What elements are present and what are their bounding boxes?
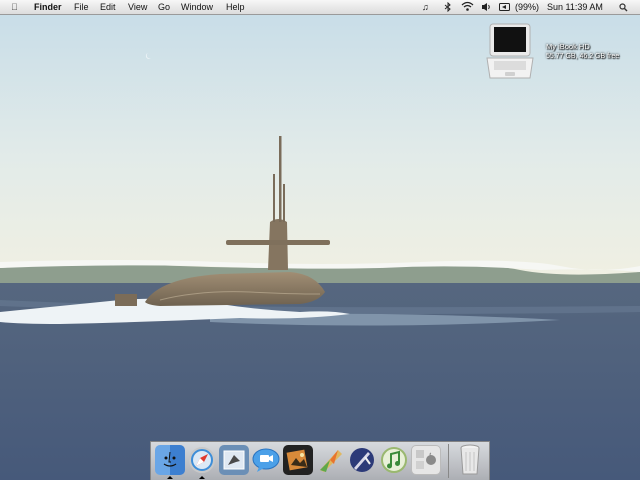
menu-window[interactable]: Window — [181, 0, 213, 14]
menu-app-finder[interactable]: Finder — [34, 0, 62, 14]
menu-go[interactable]: Go — [158, 0, 170, 14]
volume-icon[interactable] — [481, 2, 492, 16]
battery-percent[interactable]: (99%) — [515, 0, 539, 14]
mail-icon[interactable] — [219, 445, 249, 475]
menu-clock[interactable]: Sun 11:39 AM — [547, 0, 603, 14]
finder-icon[interactable] — [155, 445, 185, 475]
menu-bar:  Finder File Edit View Go Window Help ♫… — [0, 0, 640, 15]
trash-icon[interactable] — [455, 444, 485, 475]
ichat-icon[interactable] — [251, 445, 281, 475]
address-book-icon[interactable] — [347, 445, 377, 475]
battery-icon[interactable] — [499, 2, 511, 16]
desktop-wallpaper — [0, 0, 640, 480]
system-preferences-icon[interactable] — [411, 445, 441, 475]
itunes-icon[interactable] — [379, 445, 409, 475]
music-note-icon[interactable]: ♫ — [422, 0, 429, 14]
ilife-icon[interactable] — [315, 445, 345, 475]
bluetooth-icon[interactable] — [443, 1, 453, 16]
drive-name-label[interactable]: My iBook HD — [546, 42, 590, 51]
dock-separator — [448, 444, 449, 478]
safari-icon[interactable] — [187, 445, 217, 475]
menu-edit[interactable]: Edit — [100, 0, 116, 14]
drive-info-label: 55.77 GB, 46.2 GB free — [546, 53, 620, 60]
menu-help[interactable]: Help — [226, 0, 245, 14]
spotlight-icon[interactable] — [619, 2, 628, 16]
menu-file[interactable]: File — [74, 0, 89, 14]
wifi-icon[interactable] — [461, 1, 474, 16]
finder-running-indicator — [167, 476, 173, 479]
safari-running-indicator — [199, 476, 205, 479]
dock — [150, 441, 490, 480]
menu-view[interactable]: View — [128, 0, 147, 14]
iphoto-icon[interactable] — [283, 445, 313, 475]
apple-icon[interactable]:  — [11, 0, 18, 14]
laptop-drive-icon[interactable] — [486, 22, 534, 80]
